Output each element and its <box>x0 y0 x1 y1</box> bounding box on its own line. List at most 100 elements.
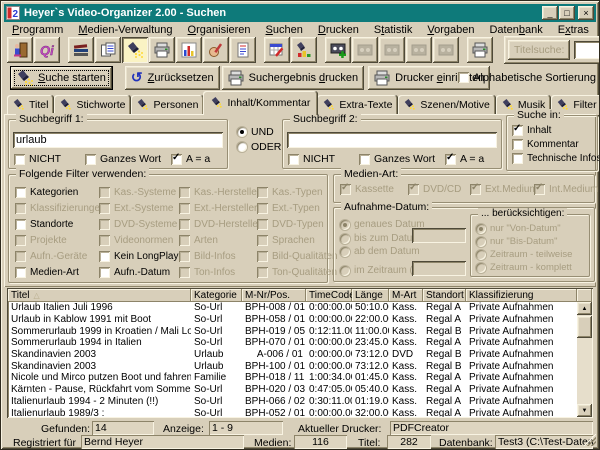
vertical-scrollbar[interactable]: ▲ ▼ <box>577 302 592 417</box>
checkbox-ganzes-wort[interactable]: Ganzes Wort <box>359 153 435 165</box>
checkbox-standorte[interactable]: Standorte <box>15 219 73 230</box>
checkbox-a-a[interactable]: A = a <box>445 153 484 165</box>
print-list-button[interactable] <box>467 37 493 63</box>
print-button[interactable] <box>149 37 175 63</box>
suchbegriff-2-input[interactable] <box>287 132 497 148</box>
table-row[interactable]: Sommerurlaub 1999 in Kroatien / Mali Lo.… <box>8 325 577 337</box>
menu-bar: Programm Medien-Verwaltung Organisieren Suc… <box>4 23 596 36</box>
organize-button[interactable] <box>203 37 229 63</box>
tab-stichworte[interactable]: Stichworte <box>54 95 131 115</box>
scroll-up-button[interactable]: ▲ <box>577 302 592 315</box>
checkbox-nicht[interactable]: NICHT <box>14 153 61 165</box>
cell-standort: Regal B <box>423 349 466 360</box>
menu-item-programm[interactable]: Programm <box>12 24 63 36</box>
menu-item-datenbank[interactable]: Datenbank <box>489 24 542 36</box>
checkbox-ext-medium: Ext.Medium <box>470 184 538 195</box>
radio-label: ab dem Datum <box>354 246 420 257</box>
checkbox-label: Kas.-Hersteller <box>194 187 260 198</box>
radio-oder[interactable]: ODER <box>237 141 281 153</box>
close-button[interactable]: × <box>578 6 594 20</box>
table-row[interactable]: Italienurlaub 1989/3 :So-UrlBPH-052 / 01… <box>8 407 577 417</box>
menu-item-organisieren[interactable]: Organisieren <box>188 24 251 36</box>
radio-dot <box>237 127 247 137</box>
cell-m-nr-pos: A-006 / 01 <box>242 349 306 360</box>
tab-extra-texte[interactable]: Extra-Texte <box>317 95 398 115</box>
sort-ascending-icon: △ <box>34 291 40 300</box>
checkbox-kategorien[interactable]: Kategorien <box>15 187 78 198</box>
table-row[interactable]: Urlaub Italien Juli 1996So-UrlBPH-008 / … <box>8 302 577 314</box>
checkbox-ext-systeme: Ext.-Systeme <box>99 203 173 214</box>
column-header-m-nr-pos[interactable]: M-Nr/Pos. <box>242 289 306 302</box>
column-header-timecode[interactable]: TimeCode <box>306 289 352 302</box>
menu-item-drucken[interactable]: Drucken <box>318 24 359 36</box>
table-row[interactable]: Urlaub in Kablow 1991 mit BootSo-UrlBPH-… <box>8 314 577 326</box>
title-cards-button[interactable] <box>95 37 121 63</box>
checkbox-technische-infos[interactable]: Technische Infos <box>512 153 600 164</box>
radio-label: bis zum Datum <box>354 233 421 244</box>
menu-item-extras[interactable]: Extras <box>558 24 589 36</box>
media-management-button[interactable] <box>68 37 94 63</box>
tab-label: Extra-Texte <box>339 99 392 111</box>
column-header-titel[interactable]: Titel△ <box>8 289 191 302</box>
table-row[interactable]: Sommerurlaub 1994 in ItalienSo-UrlBPH-07… <box>8 337 577 349</box>
search-result-button[interactable] <box>291 37 317 63</box>
checkbox-label: A = a <box>460 153 484 165</box>
menu-item-suchen[interactable]: Suchen <box>266 24 303 36</box>
table-row[interactable]: Skandinavien 2003UrlaubBPH-100 / 010:00:… <box>8 360 577 372</box>
notes-button[interactable] <box>230 37 256 63</box>
checkbox-alphabetische-sortierung[interactable]: Alphabetische Sortierung <box>458 72 596 84</box>
tab-search-icon <box>404 99 416 111</box>
checkbox-a-a[interactable]: A = a <box>171 153 210 165</box>
titelsuche-input[interactable] <box>574 41 600 59</box>
checkbox-box <box>99 203 110 214</box>
scroll-thumb[interactable] <box>577 316 592 338</box>
search-button[interactable] <box>122 37 148 63</box>
table-row[interactable]: Nicole und Mirco putzen Boot und fahren.… <box>8 372 577 384</box>
column-header-filler <box>577 289 592 302</box>
minimize-button[interactable]: _ <box>542 6 558 20</box>
checkbox-nicht[interactable]: NICHT <box>288 153 335 165</box>
checkbox-aufn-datum[interactable]: Aufn.-Datum <box>99 267 170 278</box>
print-result-button[interactable]: Suchergebnis drucken <box>222 66 364 90</box>
column-header-kategorie[interactable]: Kategorie <box>191 289 242 302</box>
checkbox-label: Kas.-Systeme <box>114 187 176 198</box>
table-row[interactable]: Skandinavien 2003UrlaubA-006 / 010:00:00… <box>8 349 577 361</box>
checkbox-medien-art[interactable]: Medien-Art <box>15 267 79 278</box>
checkbox-box <box>15 251 26 262</box>
start-search-button[interactable]: Suche starten <box>10 66 113 90</box>
exit-button[interactable] <box>7 37 33 63</box>
table-row[interactable]: Italienurlaub 1994 - 2 Minuten (!!)So-Ur… <box>8 396 577 408</box>
tab-titel[interactable]: Titel <box>7 95 54 115</box>
radio-und[interactable]: UND <box>237 126 274 138</box>
defaults-button[interactable] <box>264 37 290 63</box>
column-header-m-art[interactable]: M-Art <box>389 289 423 302</box>
checkbox-inhalt[interactable]: Inhalt <box>512 125 551 136</box>
reset-button[interactable]: ↺Zurücksetzen <box>125 66 220 90</box>
checkbox-kein-longplay[interactable]: Kein LongPlay <box>99 251 179 262</box>
resize-grip[interactable] <box>584 434 596 446</box>
group-beruecksichtigen: ... berücksichtigen: nur "Von-Datum"nur … <box>470 214 590 277</box>
column-header-klassifizierung[interactable]: Klassifizierung <box>466 289 577 302</box>
tab-personen[interactable]: Personen <box>131 95 204 115</box>
column-header-standort[interactable]: Standort <box>423 289 466 302</box>
tab-szenen-motive[interactable]: Szenen/Motive <box>398 95 495 115</box>
checkbox-kommentar[interactable]: Kommentar <box>512 139 579 150</box>
maximize-button[interactable]: □ <box>559 6 575 20</box>
suchbegriff-1-input[interactable] <box>13 132 223 148</box>
menu-item-medien-verwaltung[interactable]: Medien-Verwaltung <box>78 24 172 36</box>
checkbox-box <box>470 184 481 195</box>
search-chart-icon <box>296 42 312 58</box>
statistics-button[interactable] <box>176 37 202 63</box>
quick-info-button[interactable]: Qi <box>34 37 60 63</box>
table-row[interactable]: Kärnten - Pause, Rückfahrt vom Sommer...… <box>8 384 577 396</box>
hand-edit-icon <box>208 42 224 58</box>
scroll-down-button[interactable]: ▼ <box>577 404 592 417</box>
checkbox-ganzes-wort[interactable]: Ganzes Wort <box>85 153 161 165</box>
add-media-button[interactable] <box>325 37 351 63</box>
column-header-l-nge[interactable]: Länge <box>352 289 389 302</box>
menu-item-statistik[interactable]: Statistik <box>374 24 413 36</box>
menu-item-vorgaben[interactable]: Vorgaben <box>427 24 474 36</box>
cell-m-nr-pos: BPH-070 / 01 <box>242 337 306 348</box>
radio-dot <box>476 237 486 247</box>
tab-inhalt-kommentar[interactable]: Inhalt/Kommentar <box>203 91 318 115</box>
